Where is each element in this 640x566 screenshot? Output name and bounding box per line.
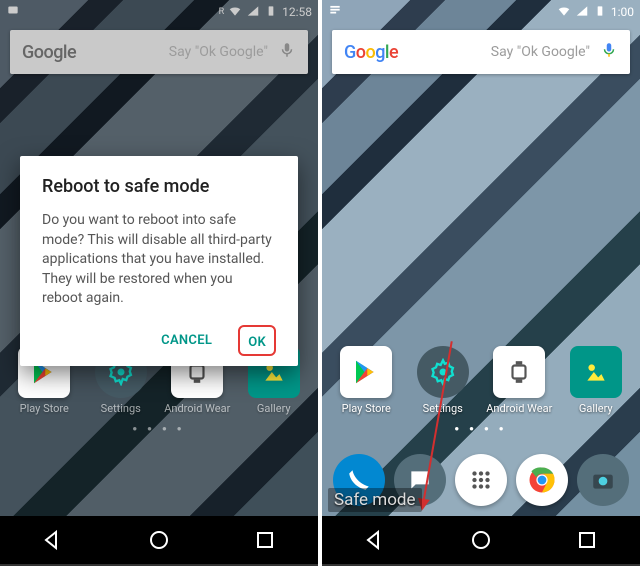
cancel-button[interactable]: CANCEL <box>153 325 220 356</box>
google-search-bar[interactable]: Google Say "Ok Google" <box>10 30 308 74</box>
search-hint: Say "Ok Google" <box>76 44 278 60</box>
ok-button[interactable]: OK <box>248 335 266 350</box>
roaming-icon: R <box>219 7 225 17</box>
app-android-wear[interactable]: Android Wear <box>484 346 554 415</box>
safe-mode-badge: Safe mode <box>328 488 422 512</box>
google-logo: Google <box>22 42 76 63</box>
signal-icon <box>246 4 260 21</box>
recents-button[interactable] <box>575 528 599 552</box>
mic-icon[interactable] <box>278 41 296 63</box>
status-bar: 1:00 <box>322 0 640 24</box>
chrome-app[interactable] <box>516 454 568 506</box>
app-drawer-button[interactable] <box>455 454 507 506</box>
camera-app[interactable] <box>577 454 629 506</box>
google-search-bar[interactable]: Google Say "Ok Google" <box>332 30 630 74</box>
safe-mode-dialog: Reboot to safe mode Do you want to reboo… <box>20 156 298 366</box>
google-logo: Google <box>344 42 398 63</box>
page-indicator: ● ● ● ● <box>0 424 318 433</box>
signal-icon <box>575 4 589 21</box>
home-button[interactable] <box>469 528 493 552</box>
battery-icon <box>264 4 278 21</box>
phone-right: 1:00 Google Say "Ok Google" Play Store S… <box>322 0 640 564</box>
wifi-icon <box>557 4 571 21</box>
dialog-body: Do you want to reboot into safe mode? Th… <box>42 211 276 309</box>
nav-bar <box>0 516 318 564</box>
wifi-icon <box>228 4 242 21</box>
nav-bar <box>322 516 640 564</box>
battery-icon <box>593 4 607 21</box>
home-button[interactable] <box>147 528 171 552</box>
app-gallery[interactable]: Gallery <box>561 346 631 415</box>
notification-icon <box>328 3 342 20</box>
dialog-title: Reboot to safe mode <box>42 176 276 197</box>
page-indicator: ● ● ● ● <box>322 424 640 433</box>
clock: 12:58 <box>282 5 312 19</box>
search-hint: Say "Ok Google" <box>398 44 600 60</box>
ok-highlight: OK <box>238 325 276 356</box>
app-play-store[interactable]: Play Store <box>331 346 401 415</box>
screenshot-icon <box>6 3 20 20</box>
phone-left: R 12:58 Google Say "Ok Google" Play Stor… <box>0 0 318 564</box>
recents-button[interactable] <box>253 528 277 552</box>
clock: 1:00 <box>611 5 634 19</box>
status-bar: R 12:58 <box>0 0 318 24</box>
back-button[interactable] <box>41 528 65 552</box>
mic-icon[interactable] <box>600 41 618 63</box>
back-button[interactable] <box>363 528 387 552</box>
app-row: Play Store Settings Android Wear Gallery <box>322 346 640 415</box>
